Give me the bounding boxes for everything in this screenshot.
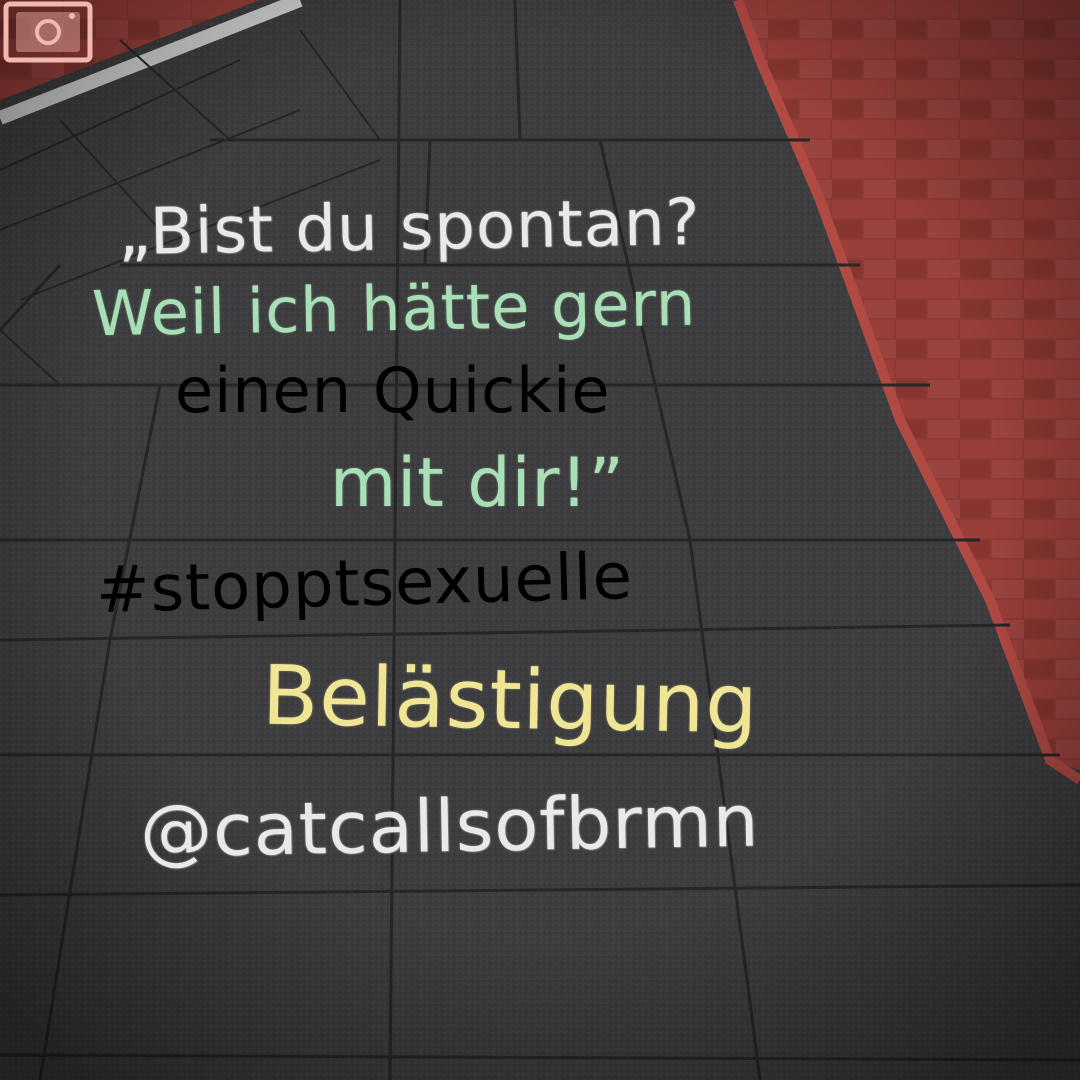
chalk-hashtag-part-2: sexuelle	[359, 539, 634, 622]
chalk-line-4: mit dir!”	[330, 444, 625, 523]
instagram-icon	[3, 1, 93, 63]
chalk-hashtag-line: #stopptsexuelle	[95, 540, 634, 628]
vignette	[0, 0, 1080, 1080]
chalk-hashtag-part-1: #stoppt	[95, 547, 362, 629]
chalk-line-3: einen Quickie	[175, 360, 611, 422]
sidewalk-photo: „Bist du spontan? Weil ich hätte gern ei…	[0, 0, 1080, 1080]
chalk-quickie: Quickie	[372, 354, 611, 427]
chalk-line-1: „Bist du spontan?	[117, 185, 702, 271]
pavement-background	[0, 0, 1080, 1080]
chalk-handle: @catcallsofbrmn	[139, 778, 761, 874]
chalk-line-2: Weil ich hätte gern	[91, 266, 697, 351]
chalk-line-6: Belästigung	[261, 648, 760, 753]
chalk-line-3-start: einen	[175, 354, 373, 427]
